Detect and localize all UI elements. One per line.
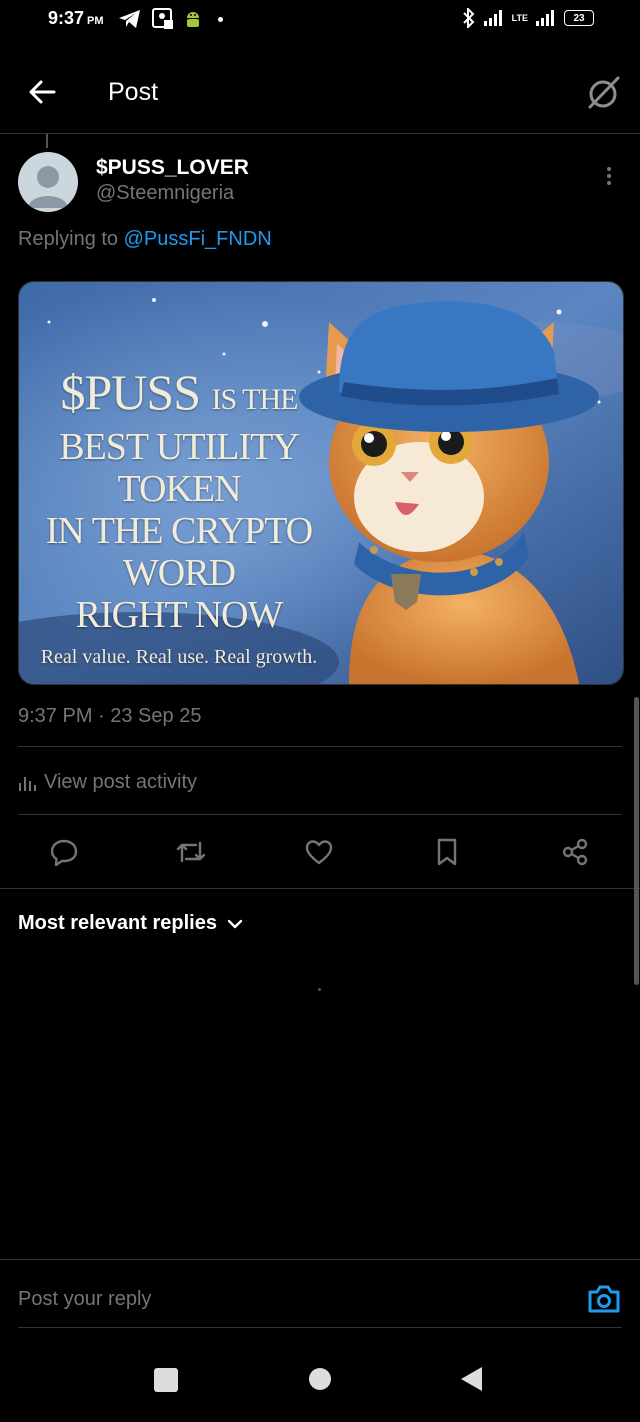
- post-image[interactable]: $PUSS IS THE BEST UTILITY TOKEN IN THE C…: [18, 281, 624, 685]
- analytics-icon: [19, 776, 36, 791]
- composer-underline: [18, 1327, 622, 1328]
- post-timestamp[interactable]: 9:37 PM · 23 Sep 25: [18, 705, 201, 728]
- heart-icon: [305, 840, 333, 865]
- image-headline-small: IS THE: [211, 383, 299, 416]
- notification-dot-icon: [218, 16, 223, 22]
- network-type-label: LTE: [511, 13, 528, 23]
- battery-icon: 23: [564, 10, 594, 26]
- page-title: Post: [108, 78, 159, 106]
- activity-label: View post activity: [44, 771, 198, 793]
- system-status-icons: LTE 23: [462, 8, 594, 28]
- home-button[interactable]: [309, 1368, 331, 1390]
- divider: [18, 814, 622, 815]
- share-button[interactable]: [555, 832, 595, 872]
- telegram-icon: [119, 10, 140, 28]
- thread-connector: [46, 134, 48, 148]
- image-tagline: Real value. Real use. Real growth.: [40, 646, 318, 668]
- contact-card-icon: [152, 8, 173, 29]
- action-bar: [0, 832, 640, 872]
- loading-indicator: [318, 988, 321, 991]
- image-headline-line2: BEST UTILITY TOKEN: [59, 426, 300, 510]
- header-divider: [0, 133, 640, 134]
- signal-icon-2: [536, 10, 554, 26]
- display-name[interactable]: $PUSS_LOVER: [96, 156, 249, 180]
- reply-button[interactable]: [44, 832, 84, 872]
- replying-prefix: Replying to: [18, 228, 119, 250]
- notification-icons: [118, 6, 223, 32]
- status-time: 9:37 PM: [48, 8, 104, 28]
- repost-icon: [176, 841, 206, 863]
- image-headline-line3: IN THE CRYPTO WORD: [45, 510, 313, 594]
- bookmark-icon: [437, 838, 457, 866]
- view-post-activity[interactable]: View post activity: [18, 771, 197, 794]
- back-arrow-icon[interactable]: [26, 76, 58, 108]
- image-headline-line4: RIGHT NOW: [75, 594, 284, 636]
- more-options-icon[interactable]: [606, 164, 612, 188]
- scrollbar[interactable]: [634, 697, 639, 985]
- like-button[interactable]: [299, 832, 339, 872]
- divider: [0, 888, 640, 889]
- camera-icon[interactable]: [586, 1282, 622, 1316]
- bluetooth-icon: [462, 8, 475, 28]
- recents-button[interactable]: [154, 1368, 178, 1392]
- composer-divider: [0, 1259, 640, 1260]
- signal-icon: [483, 10, 502, 26]
- nav-back-icon[interactable]: [460, 1366, 484, 1392]
- replying-to: Replying to @PussFi_FNDN: [18, 228, 272, 251]
- share-icon: [562, 838, 588, 866]
- chevron-down-icon: [227, 919, 243, 928]
- image-headline: $PUSS IS THE BEST UTILITY TOKEN IN THE C…: [19, 366, 339, 672]
- reply-icon: [50, 839, 78, 867]
- default-avatar-icon: [28, 166, 68, 208]
- replying-to-link[interactable]: @PussFi_FNDN: [124, 228, 272, 250]
- repost-button[interactable]: [171, 832, 211, 872]
- user-handle[interactable]: @Steemnigeria: [96, 182, 234, 205]
- status-bar: 9:37 PM LTE 23: [0, 0, 640, 40]
- replies-sort-label: Most relevant replies: [18, 912, 217, 934]
- grok-icon[interactable]: [584, 74, 622, 112]
- divider: [18, 746, 622, 747]
- avatar[interactable]: [18, 152, 78, 212]
- bookmark-button[interactable]: [427, 832, 467, 872]
- reply-input[interactable]: [18, 1288, 558, 1311]
- android-icon: [187, 12, 199, 27]
- replies-sort-dropdown[interactable]: Most relevant replies: [18, 912, 243, 935]
- image-headline-big: $PUSS: [60, 364, 202, 420]
